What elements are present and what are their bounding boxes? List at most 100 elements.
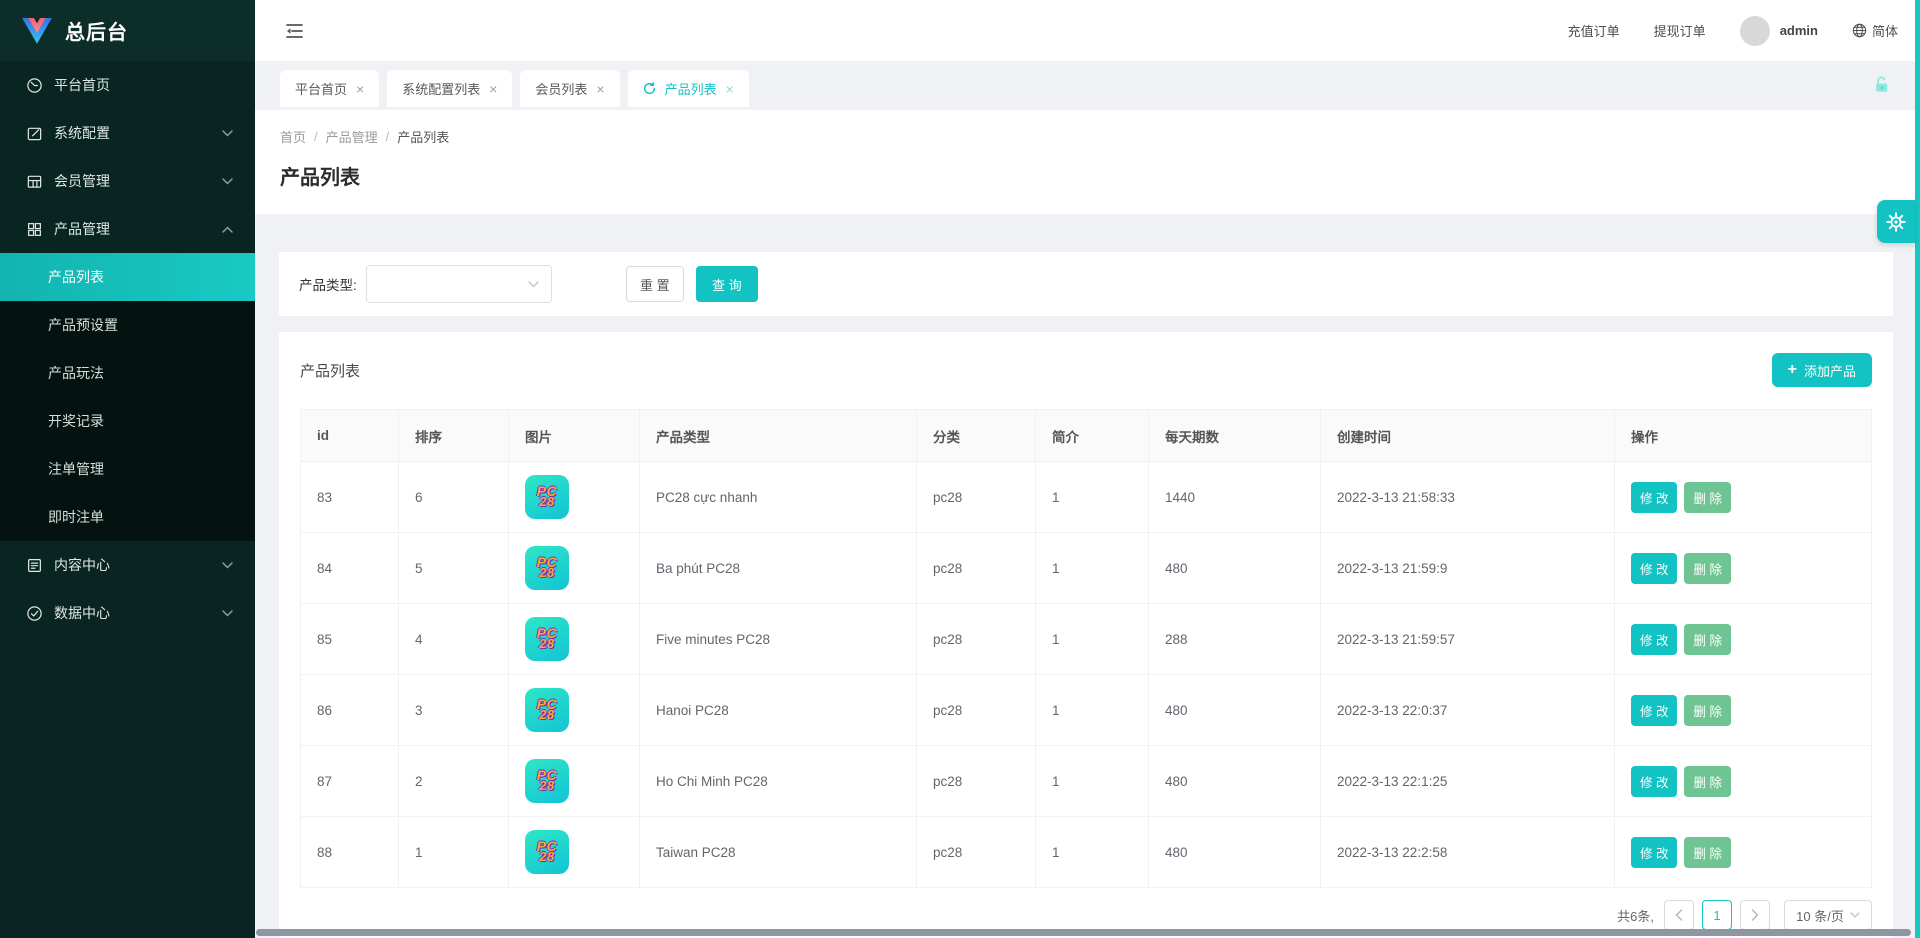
- menu-fold-icon[interactable]: [283, 20, 305, 42]
- next-page-button[interactable]: [1740, 900, 1770, 930]
- product-image: PC28: [525, 688, 569, 732]
- cell-created-time: 2022-3-13 22:2:58: [1321, 817, 1615, 888]
- tab-product-list[interactable]: 产品列表 ×: [628, 70, 749, 107]
- tab-label: 产品列表: [665, 79, 717, 98]
- cell-image: PC28: [509, 746, 640, 817]
- user-menu[interactable]: admin: [1740, 16, 1818, 46]
- table-card: 产品列表 + 添加产品 id排序图片产品类型分类简介每天期数创建时间操作 836…: [279, 332, 1893, 938]
- sidebar-item-label: 平台首页: [54, 75, 233, 95]
- cell-sort: 6: [399, 462, 509, 533]
- delete-button[interactable]: 删 除: [1684, 482, 1730, 513]
- cell-image: PC28: [509, 604, 640, 675]
- sidebar-item-label: 内容中心: [54, 555, 222, 575]
- product-image: PC28: [525, 830, 569, 874]
- delete-button[interactable]: 删 除: [1684, 695, 1730, 726]
- unlock-icon[interactable]: [1871, 74, 1892, 100]
- table-icon: [26, 173, 43, 190]
- sidebar-subitem-product-play[interactable]: 产品玩法: [0, 349, 255, 397]
- product-type-label: 产品类型:: [299, 274, 357, 294]
- close-icon[interactable]: ×: [596, 82, 604, 96]
- product-image: PC28: [525, 759, 569, 803]
- cell-created-time: 2022-3-13 21:59:9: [1321, 533, 1615, 604]
- sidebar-item-platform-home[interactable]: 平台首页: [0, 61, 255, 109]
- app-title: 总后台: [65, 16, 128, 45]
- add-product-label: 添加产品: [1804, 361, 1856, 380]
- close-icon[interactable]: ×: [356, 82, 364, 96]
- pagination-total: 共6条,: [1617, 906, 1654, 925]
- product-image: PC28: [525, 546, 569, 590]
- product-table: id排序图片产品类型分类简介每天期数创建时间操作 836PC28PC28 cực…: [300, 409, 1872, 888]
- sidebar-item-member-management[interactable]: 会员管理: [0, 157, 255, 205]
- product-type-select[interactable]: [366, 265, 552, 303]
- edit-square-icon: [26, 125, 43, 142]
- cell-image: PC28: [509, 533, 640, 604]
- cell-intro: 1: [1036, 675, 1149, 746]
- sidebar-item-system-config[interactable]: 系统配置: [0, 109, 255, 157]
- cell-product-type: Ba phút PC28: [640, 533, 917, 604]
- recharge-orders-link[interactable]: 充值订单: [1568, 21, 1620, 40]
- sidebar-item-label: 产品管理: [54, 219, 222, 239]
- close-icon[interactable]: ×: [726, 82, 734, 96]
- sidebar-item-data-center[interactable]: 数据中心: [0, 589, 255, 637]
- sidebar-item-content-center[interactable]: 内容中心: [0, 541, 255, 589]
- sidebar-item-product-management[interactable]: 产品管理: [0, 205, 255, 253]
- table-row: 881PC28Taiwan PC28pc2814802022-3-13 22:2…: [301, 817, 1872, 888]
- breadcrumb-item: 产品列表: [397, 127, 449, 146]
- vertical-scrollbar[interactable]: [1915, 0, 1920, 938]
- page-size-select[interactable]: 10 条/页: [1784, 900, 1872, 930]
- sidebar-subitem-product-preset[interactable]: 产品预设置: [0, 301, 255, 349]
- delete-button[interactable]: 删 除: [1684, 553, 1730, 584]
- chevron-down-icon: [222, 130, 233, 137]
- cell-actions: 修 改删 除: [1615, 462, 1872, 533]
- cell-actions: 修 改删 除: [1615, 533, 1872, 604]
- settings-gear-button[interactable]: [1877, 200, 1915, 243]
- cell-sort: 5: [399, 533, 509, 604]
- withdraw-orders-link[interactable]: 提现订单: [1654, 21, 1706, 40]
- delete-button[interactable]: 删 除: [1684, 624, 1730, 655]
- close-icon[interactable]: ×: [489, 82, 497, 96]
- sidebar-subitem-product-list[interactable]: 产品列表: [0, 253, 255, 301]
- edit-button[interactable]: 修 改: [1631, 837, 1677, 868]
- cell-daily-periods: 480: [1149, 746, 1321, 817]
- edit-button[interactable]: 修 改: [1631, 482, 1677, 513]
- sidebar-subitem-lottery-records[interactable]: 开奖记录: [0, 397, 255, 445]
- cell-product-type: Five minutes PC28: [640, 604, 917, 675]
- refresh-icon[interactable]: [643, 82, 656, 95]
- language-switcher[interactable]: 简体: [1852, 21, 1898, 40]
- cell-image: PC28: [509, 675, 640, 746]
- sidebar-subitem-bet-management[interactable]: 注单管理: [0, 445, 255, 493]
- table-row: 863PC28Hanoi PC28pc2814802022-3-13 22:0:…: [301, 675, 1872, 746]
- logo: 总后台: [0, 0, 255, 61]
- document-icon: [26, 557, 43, 574]
- prev-page-button[interactable]: [1664, 900, 1694, 930]
- tab-member-list[interactable]: 会员列表×: [520, 70, 619, 107]
- tab-system-config-list[interactable]: 系统配置列表×: [387, 70, 512, 107]
- edit-button[interactable]: 修 改: [1631, 624, 1677, 655]
- sidebar-nav: 平台首页系统配置会员管理产品管理产品列表产品预设置产品玩法开奖记录注单管理即时注…: [0, 61, 255, 938]
- cell-intro: 1: [1036, 817, 1149, 888]
- edit-button[interactable]: 修 改: [1631, 553, 1677, 584]
- page-title: 产品列表: [280, 161, 1895, 190]
- sidebar-item-label: 数据中心: [54, 603, 222, 623]
- cell-actions: 修 改删 除: [1615, 675, 1872, 746]
- page-number-button[interactable]: 1: [1702, 900, 1732, 930]
- horizontal-scrollbar[interactable]: [256, 929, 1911, 936]
- tab-label: 平台首页: [295, 79, 347, 98]
- delete-button[interactable]: 删 除: [1684, 837, 1730, 868]
- sidebar-subitem-instant-bets[interactable]: 即时注单: [0, 493, 255, 541]
- breadcrumb-item[interactable]: 产品管理: [326, 127, 378, 146]
- delete-button[interactable]: 删 除: [1684, 766, 1730, 797]
- cell-sort: 4: [399, 604, 509, 675]
- add-product-button[interactable]: + 添加产品: [1772, 353, 1872, 387]
- cell-daily-periods: 480: [1149, 817, 1321, 888]
- reset-button[interactable]: 重 置: [626, 266, 684, 302]
- dashboard-icon: [26, 77, 43, 94]
- breadcrumb-item[interactable]: 首页: [280, 127, 306, 146]
- cell-product-type: Ho Chi Minh PC28: [640, 746, 917, 817]
- edit-button[interactable]: 修 改: [1631, 766, 1677, 797]
- cell-created-time: 2022-3-13 21:58:33: [1321, 462, 1615, 533]
- search-button[interactable]: 查 询: [696, 266, 758, 302]
- chevron-down-icon: [222, 178, 233, 185]
- tab-platform-home[interactable]: 平台首页 ×: [280, 70, 379, 107]
- edit-button[interactable]: 修 改: [1631, 695, 1677, 726]
